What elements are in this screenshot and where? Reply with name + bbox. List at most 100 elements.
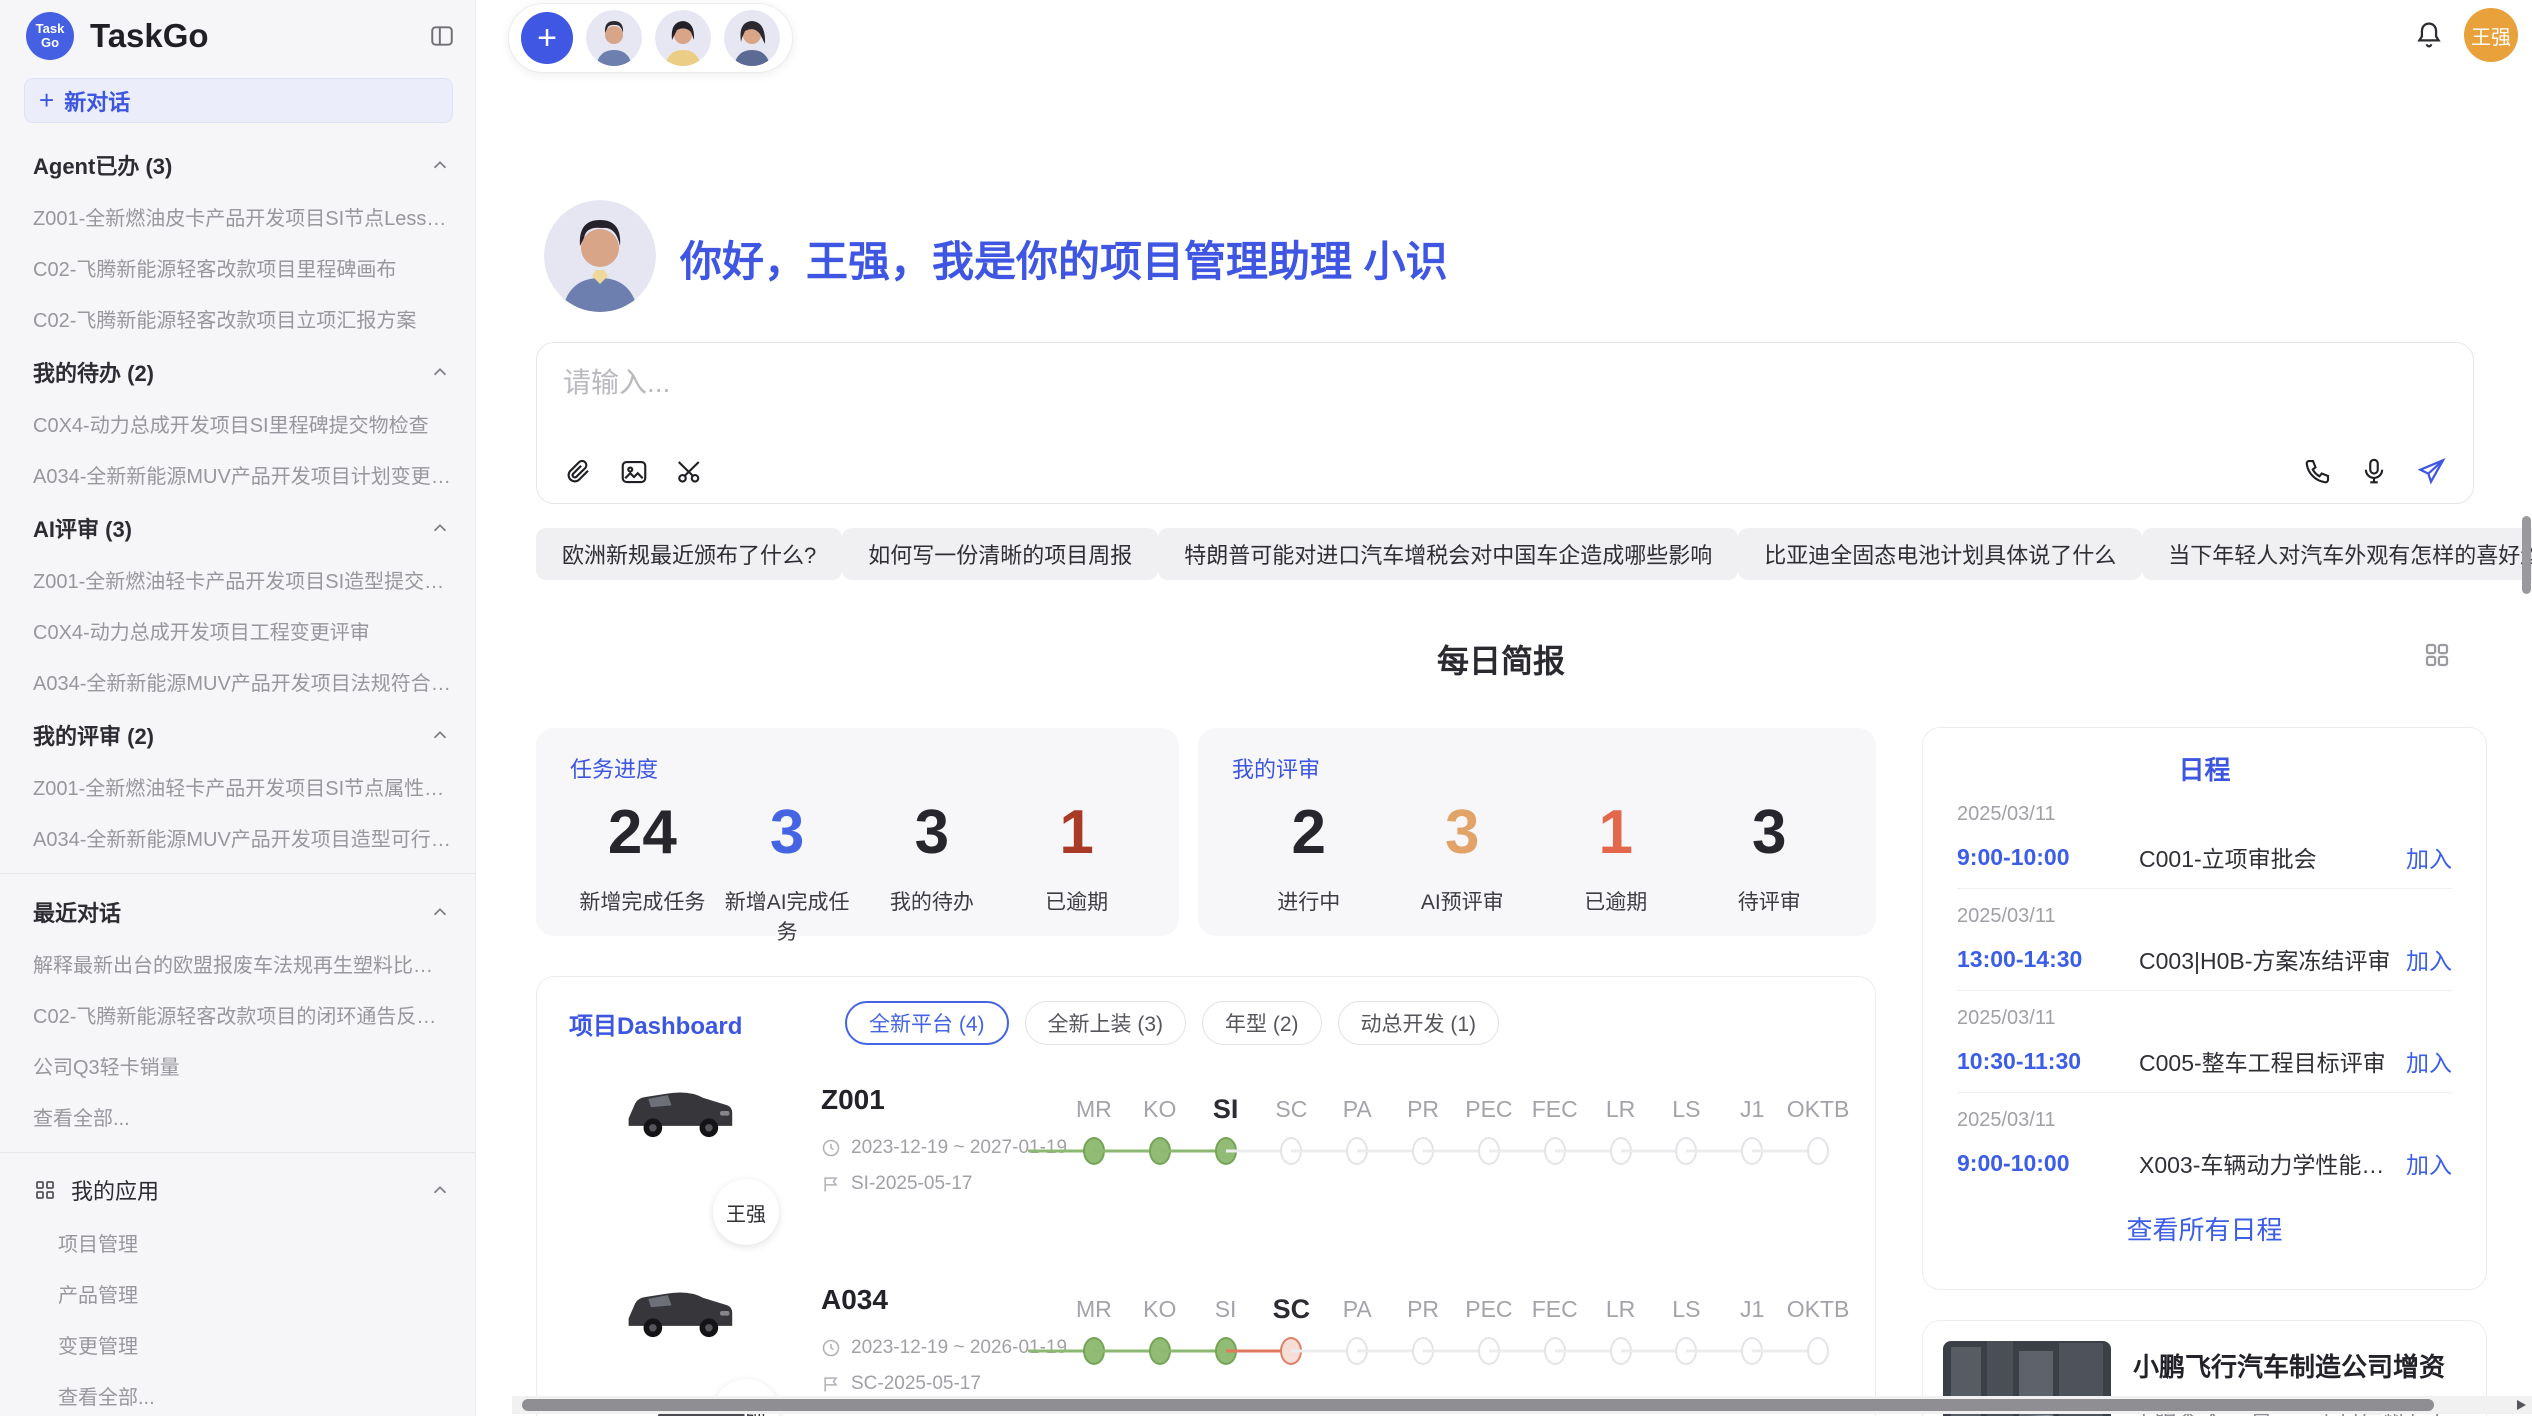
milestone: SC bbox=[1258, 1089, 1324, 1169]
milestone-label: PEC bbox=[1456, 1289, 1522, 1333]
recent-chat-item[interactable]: C02-飞腾新能源轻客改款项目的闭环通告反馈情况 bbox=[0, 989, 475, 1040]
milestone: LR bbox=[1588, 1289, 1654, 1369]
chat-input[interactable] bbox=[563, 361, 2443, 431]
sidebar-task-item[interactable]: C0X4-动力总成开发项目SI里程碑提交物检查 bbox=[0, 398, 475, 449]
filter-chip[interactable]: 动总开发 (1) bbox=[1338, 1001, 1500, 1045]
app-item[interactable]: 项目管理 bbox=[0, 1217, 475, 1268]
clock-icon bbox=[821, 1338, 841, 1358]
schedule-date: 2025/03/11 bbox=[1957, 1109, 2452, 1132]
sidebar-task-item[interactable]: Z001-全新燃油轻卡产品开发项目SI节点属性5D文件评审 bbox=[0, 761, 475, 812]
join-meeting-link[interactable]: 加入 bbox=[2406, 840, 2452, 874]
stat-value: 3 bbox=[860, 794, 1005, 872]
milestone-label: KO bbox=[1127, 1289, 1193, 1333]
project-row[interactable]: 王强 Z001 2023-12-19 ~ 2027-01-19 SI-2025-… bbox=[537, 1061, 1875, 1231]
stat-value: 24 bbox=[570, 794, 715, 872]
filter-chip[interactable]: 全新平台 (4) bbox=[845, 1001, 1009, 1045]
section-agent-done[interactable]: Agent已办 (3) bbox=[0, 137, 475, 191]
add-member-button[interactable]: + bbox=[521, 12, 573, 64]
recent-chat-item[interactable]: 解释最新出台的欧盟报废车法规再生塑料比例被调至15%... bbox=[0, 938, 475, 989]
sidebar-task-item[interactable]: C02-飞腾新能源轻客改款项目立项汇报方案 bbox=[0, 293, 475, 344]
stat-label: 已逾期 bbox=[1539, 886, 1693, 916]
vertical-scrollbar-thumb[interactable] bbox=[2522, 516, 2531, 594]
attach-file-icon[interactable] bbox=[563, 457, 593, 487]
project-milestone-date: SC-2025-05-17 bbox=[821, 1373, 981, 1395]
filter-chip[interactable]: 全新上装 (3) bbox=[1025, 1001, 1187, 1045]
suggestion-chip[interactable]: 比亚迪全固态电池计划具体说了什么 bbox=[1738, 528, 2142, 580]
send-icon[interactable] bbox=[2415, 455, 2447, 487]
recent-chat-item[interactable]: 公司Q3轻卡销量 bbox=[0, 1040, 475, 1091]
milestone: J1 bbox=[1719, 1289, 1785, 1369]
suggestion-chip[interactable]: 如何写一份清晰的项目周报 bbox=[842, 528, 1158, 580]
plus-icon: + bbox=[39, 85, 54, 116]
new-chat-button[interactable]: + 新对话 bbox=[24, 78, 453, 123]
microphone-icon[interactable] bbox=[2359, 456, 2389, 486]
my-apps[interactable]: 我的应用 bbox=[0, 1163, 475, 1217]
view-all-schedule-link[interactable]: 查看所有日程 bbox=[1957, 1194, 2452, 1263]
schedule-entry: 2025/03/11 10:30-11:30 C005-整车工程目标评审 加入 bbox=[1957, 991, 2452, 1093]
sidebar-task-item[interactable]: C02-飞腾新能源轻客改款项目里程碑画布 bbox=[0, 242, 475, 293]
milestone-label: LS bbox=[1653, 1289, 1719, 1333]
suggestion-chip[interactable]: 特朗普可能对进口汽车增税会对中国车企造成哪些影响 bbox=[1158, 528, 1738, 580]
schedule-entry: 2025/03/11 9:00-10:00 C001-立项审批会 加入 bbox=[1957, 787, 2452, 889]
section-title: 我的评审 (2) bbox=[33, 719, 154, 751]
suggestion-chip[interactable]: 欧洲新规最近颁布了什么? bbox=[536, 528, 842, 580]
join-meeting-link[interactable]: 加入 bbox=[2406, 1146, 2452, 1180]
schedule-time: 10:30-11:30 bbox=[1957, 1048, 2139, 1075]
milestone-label: SI bbox=[1193, 1289, 1259, 1333]
horizontal-scrollbar-thumb[interactable] bbox=[522, 1399, 2434, 1411]
filter-chip[interactable]: 年型 (2) bbox=[1202, 1001, 1322, 1045]
chevron-up-icon[interactable] bbox=[429, 517, 451, 539]
stat-value: 2 bbox=[1232, 794, 1386, 872]
chevron-up-icon[interactable] bbox=[429, 1179, 451, 1201]
project-dates-text: 2023-12-19 ~ 2027-01-19 bbox=[851, 1137, 1067, 1159]
assistant-avatar bbox=[544, 200, 656, 312]
section-title: AI评审 (3) bbox=[33, 512, 132, 544]
sidebar-task-item[interactable]: Z001-全新燃油轻卡产品开发项目SI造型提交物评审 bbox=[0, 554, 475, 605]
milestone-label: PA bbox=[1324, 1289, 1390, 1333]
project-milestone-text: SC-2025-05-17 bbox=[851, 1373, 981, 1395]
section-recent-chats[interactable]: 最近对话 bbox=[0, 884, 475, 938]
card-title: 任务进度 bbox=[570, 752, 1149, 784]
recent-view-all[interactable]: 查看全部... bbox=[0, 1091, 475, 1142]
schedule-time: 13:00-14:30 bbox=[1957, 946, 2139, 973]
voice-call-icon[interactable] bbox=[2303, 456, 2333, 486]
my-review-card: 我的评审 2 进行中 3 AI预评审 1 已逾期 3 bbox=[1198, 728, 1876, 936]
stat: 3 我的待办 bbox=[860, 794, 1005, 946]
app-item[interactable]: 变更管理 bbox=[0, 1319, 475, 1370]
milestone: OKTB bbox=[1785, 1289, 1851, 1369]
milestone: PR bbox=[1390, 1089, 1456, 1169]
milestone-label: FEC bbox=[1522, 1289, 1588, 1333]
scroll-right-arrow-icon[interactable] bbox=[2517, 1400, 2526, 1410]
sidebar-task-item[interactable]: A034-全新新能源MUV产品开发项目法规符合性评审 bbox=[0, 656, 475, 707]
chevron-up-icon[interactable] bbox=[429, 724, 451, 746]
join-meeting-link[interactable]: 加入 bbox=[2406, 942, 2452, 976]
join-meeting-link[interactable]: 加入 bbox=[2406, 1044, 2452, 1078]
project-truck-photo bbox=[623, 1072, 735, 1150]
notifications-bell-icon[interactable] bbox=[2412, 18, 2446, 52]
chevron-up-icon[interactable] bbox=[429, 901, 451, 923]
app-item[interactable]: 产品管理 bbox=[0, 1268, 475, 1319]
member-avatar[interactable] bbox=[724, 10, 780, 66]
sidebar-task-item[interactable]: A034-全新新能源MUV产品开发项目计划变更表编写 bbox=[0, 449, 475, 500]
member-avatar[interactable] bbox=[655, 10, 711, 66]
horizontal-scrollbar[interactable] bbox=[512, 1396, 2532, 1414]
briefing-layout-icon[interactable] bbox=[2422, 640, 2452, 670]
insert-image-icon[interactable] bbox=[619, 457, 649, 487]
scissors-icon[interactable] bbox=[675, 457, 705, 487]
chevron-up-icon[interactable] bbox=[429, 361, 451, 383]
user-avatar[interactable]: 王强 bbox=[2464, 8, 2518, 62]
stat: 3 新增AI完成任务 bbox=[715, 794, 860, 946]
milestone-label: PR bbox=[1390, 1089, 1456, 1133]
sidebar-task-item[interactable]: A034-全新新能源MUV产品开发项目造型可行性评审 bbox=[0, 812, 475, 863]
suggestion-chip[interactable]: 当下年轻人对汽车外观有怎样的喜好趋势 bbox=[2142, 528, 2532, 580]
section-ai-review[interactable]: AI评审 (3) bbox=[0, 500, 475, 554]
member-avatar[interactable] bbox=[586, 10, 642, 66]
collapse-sidebar-icon[interactable] bbox=[429, 23, 455, 49]
sidebar-task-item[interactable]: C0X4-动力总成开发项目工程变更评审 bbox=[0, 605, 475, 656]
section-my-review[interactable]: 我的评审 (2) bbox=[0, 707, 475, 761]
apps-view-all[interactable]: 查看全部... bbox=[0, 1370, 475, 1416]
chevron-up-icon[interactable] bbox=[429, 154, 451, 176]
milestone-label: LR bbox=[1588, 1089, 1654, 1133]
sidebar-task-item[interactable]: Z001-全新燃油皮卡产品开发项目SI节点Lesson Learn报告 bbox=[0, 191, 475, 242]
section-my-todo[interactable]: 我的待办 (2) bbox=[0, 344, 475, 398]
